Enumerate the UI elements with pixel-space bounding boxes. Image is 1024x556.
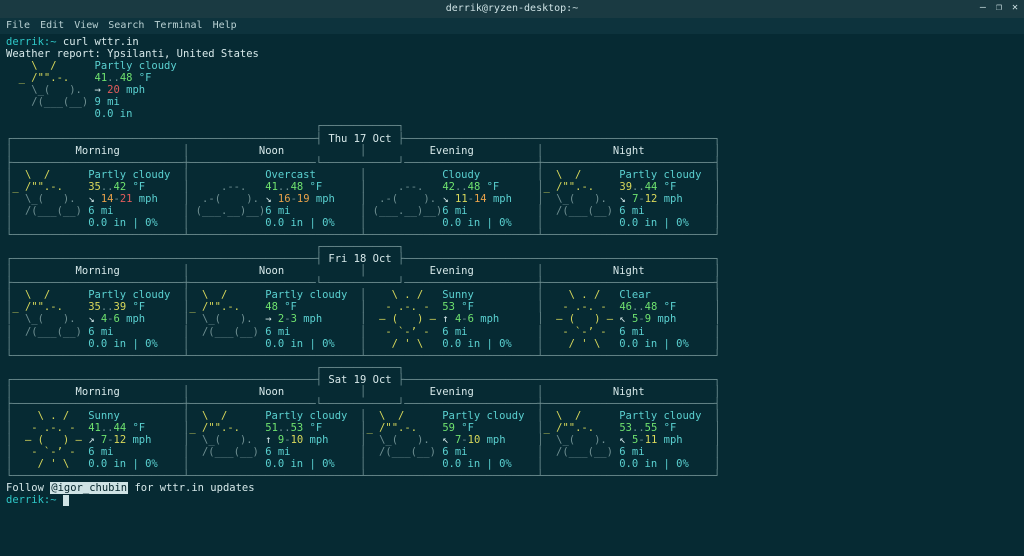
current-cond-row: \ / Partly cloudy [6, 60, 1018, 72]
menu-edit[interactable]: Edit [40, 20, 64, 32]
menu-help[interactable]: Help [213, 20, 237, 32]
day-1-row-1: │_ /"".-. 35..39 °F │_ /"".-. 48 °F │ - … [6, 301, 1018, 313]
day-1-row-3: │ /(___(__) 6 mi │ /(___(__) 6 mi │ ‑ `-… [6, 326, 1018, 338]
day-2-header-row: │ Morning │ Noon │ Evening │ Night │ [6, 386, 1018, 398]
cursor-block[interactable] [63, 495, 69, 506]
day-0-row-4: │ 0.0 in | 0% │ 0.0 in | 0% │ 0.0 in | 0… [6, 217, 1018, 229]
window-maximize-icon[interactable]: ❐ [996, 2, 1002, 14]
menu-terminal[interactable]: Terminal [154, 20, 202, 32]
window-close-icon[interactable]: ✕ [1012, 2, 1018, 14]
menu-view[interactable]: View [74, 20, 98, 32]
day-1-row-0: │ \ / Partly cloudy │ \ / Partly cloudy … [6, 289, 1018, 301]
day-1-row-4: │ 0.0 in | 0% │ 0.0 in | 0% │ / ' \ 0.0 … [6, 338, 1018, 350]
menu-search[interactable]: Search [108, 20, 144, 32]
day-2-row-0: │ \ . / Sunny │ \ / Partly cloudy │ \ / … [6, 410, 1018, 422]
day-1-row-2: │ \_( ). ↘ 4-6 mph │ \_( ). → 2-3 mph │ … [6, 313, 1018, 325]
day-0-row-2: │ \_( ). ↘ 14-21 mph │ .-( ). ↘ 16-19 mp… [6, 193, 1018, 205]
menubar: File Edit View Search Terminal Help [0, 18, 1024, 34]
day-0-row-3: │ /(___(__) 6 mi │ (___.__)__)6 mi │ (__… [6, 205, 1018, 217]
twitter-handle[interactable]: @igor_chubin [50, 482, 128, 494]
window-minimize-icon[interactable]: — [980, 2, 986, 14]
day-1-header-row: │ Morning │ Noon │ Evening │ Night │ [6, 265, 1018, 277]
day-2-row-1: │ - .-. - 41..44 °F │_ /"".-. 51..53 °F … [6, 422, 1018, 434]
terminal-output[interactable]: derrik:~ curl wttr.inWeather report: Yps… [0, 34, 1024, 512]
day-0-row-1: │_ /"".-. 35..42 °F │ .--. 41..48 °F │ .… [6, 181, 1018, 193]
day-0-row-0: │ \ / Partly cloudy │ Overcast │ Cloudy … [6, 169, 1018, 181]
day-2-row-3: │ ‑ `-’ - 6 mi │ /(___(__) 6 mi │ /(___(… [6, 446, 1018, 458]
menu-file[interactable]: File [6, 20, 30, 32]
day-2-row-2: │ ― ( ) ― ↗ 7-12 mph │ \_( ). ↑ 9-10 mph… [6, 434, 1018, 446]
day-0-header-row: │ Morning │ Noon │ Evening │ Night │ [6, 145, 1018, 157]
window-titlebar: derrik@ryzen-desktop:~ — ❐ ✕ [0, 0, 1024, 18]
day-2-row-4: │ / ' \ 0.0 in | 0% │ 0.0 in | 0% │ 0.0 … [6, 458, 1018, 470]
window-title: derrik@ryzen-desktop:~ [446, 3, 578, 15]
